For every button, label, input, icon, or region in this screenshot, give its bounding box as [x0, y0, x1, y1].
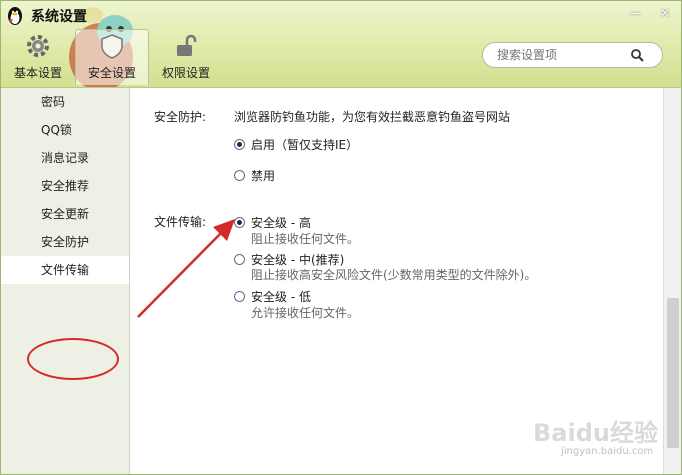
- window-controls: — ✕: [625, 5, 675, 21]
- header-bar: 系统设置 — ✕ 基本设置 安全设置 权限设置 搜索设置项: [1, 1, 681, 88]
- tab-security-settings[interactable]: 安全设置: [75, 29, 149, 85]
- gear-icon: [27, 35, 49, 57]
- minimize-button[interactable]: —: [625, 5, 645, 21]
- scrollbar[interactable]: [663, 88, 681, 474]
- sidebar-item-password[interactable]: 密码: [1, 88, 129, 116]
- search-box[interactable]: [482, 42, 663, 68]
- settings-window: 系统设置 — ✕ 基本设置 安全设置 权限设置 搜索设置项 密码 QQ锁 消息记…: [0, 0, 682, 475]
- option-label: 安全级 - 低: [251, 290, 311, 304]
- close-button[interactable]: ✕: [655, 5, 675, 21]
- tab-label: 安全设置: [87, 66, 136, 80]
- protection-disable-option[interactable]: 禁用: [234, 167, 275, 184]
- option-label: 禁用: [251, 169, 276, 183]
- protection-label: 安全防护:: [154, 110, 207, 124]
- tab-basic-settings[interactable]: 基本设置: [1, 29, 75, 85]
- protection-enable-option[interactable]: 启用（暂仅支持IE）: [234, 136, 358, 153]
- sidebar-item-security-update[interactable]: 安全更新: [1, 200, 129, 228]
- tab-label: 权限设置: [161, 66, 210, 80]
- sidebar-item-message-history[interactable]: 消息记录: [1, 144, 129, 172]
- top-tabs: 基本设置 安全设置 权限设置: [1, 29, 223, 85]
- shield-icon: [101, 34, 123, 59]
- watermark-brand: Baidu经验: [533, 419, 658, 447]
- option-description: 允许接收任何文件。: [251, 306, 360, 320]
- lock-icon: [177, 34, 197, 56]
- tab-label: 基本设置: [13, 66, 62, 80]
- window-title: 系统设置: [31, 9, 87, 25]
- watermark-url: jingyan.baidu.com: [561, 446, 654, 457]
- option-description: 阻止接收高安全风险文件(少数常用类型的文件除外)。: [251, 268, 537, 282]
- qq-penguin-icon: [8, 7, 22, 25]
- sidebar-item-qq-lock[interactable]: QQ锁: [1, 116, 129, 144]
- transfer-label: 文件传输:: [154, 215, 207, 229]
- sidebar-item-security-protection[interactable]: 安全防护: [1, 228, 129, 256]
- option-description: 阻止接收任何文件。: [251, 232, 360, 246]
- radio-button[interactable]: [234, 217, 245, 228]
- option-label: 启用（暂仅支持IE）: [251, 138, 359, 152]
- sidebar-item-file-transfer[interactable]: 文件传输: [1, 256, 129, 284]
- sidebar-item-security-recommend[interactable]: 安全推荐: [1, 172, 129, 200]
- search-icon[interactable]: [630, 48, 644, 62]
- search-input[interactable]: [495, 47, 629, 63]
- transfer-high-option[interactable]: 安全级 - 高: [234, 214, 311, 231]
- radio-button[interactable]: [234, 139, 245, 150]
- annotation-circle: [27, 338, 119, 380]
- radio-button[interactable]: [234, 291, 245, 302]
- radio-button[interactable]: [234, 170, 245, 181]
- protection-description: 浏览器防钓鱼功能，为您有效拦截恶意钓鱼盗号网站: [234, 110, 511, 124]
- sidebar: 密码 QQ锁 消息记录 安全推荐 安全更新 安全防护 文件传输: [1, 88, 130, 474]
- option-label: 安全级 - 高: [251, 216, 311, 230]
- transfer-low-option[interactable]: 安全级 - 低: [234, 288, 311, 305]
- tab-permission-settings[interactable]: 权限设置: [149, 29, 223, 85]
- radio-button[interactable]: [234, 254, 245, 265]
- scrollbar-thumb[interactable]: [667, 298, 679, 448]
- title-bar: 系统设置: [5, 5, 87, 27]
